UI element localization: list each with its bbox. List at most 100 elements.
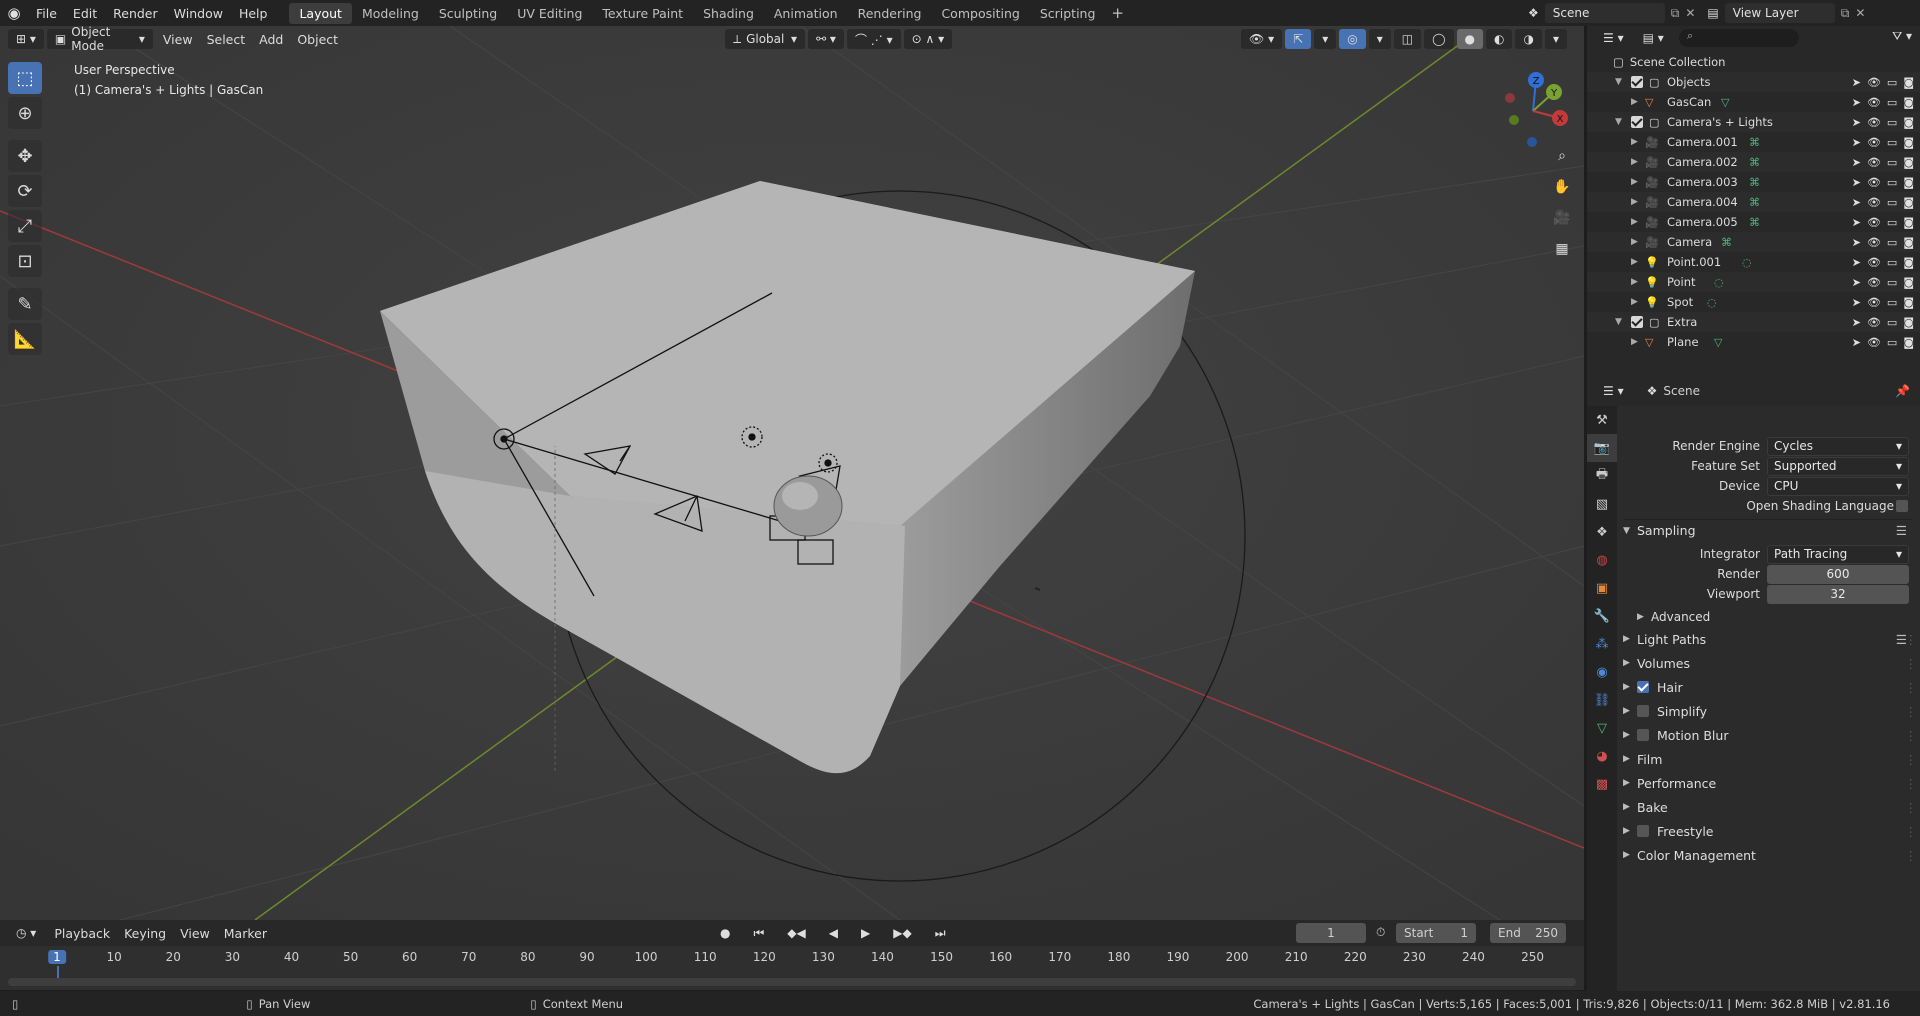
sampling-panel-header[interactable]: ▼ Sampling ☰	[1623, 519, 1913, 541]
gizmo-neg-y-icon[interactable]	[1509, 115, 1519, 125]
xray-button[interactable]: ◫	[1393, 29, 1422, 49]
tool-tab-icon[interactable]: ⚒	[1587, 406, 1617, 434]
viewport-monitor-icon[interactable]: ▭	[1887, 76, 1897, 89]
render-camera-icon[interactable]: ◙	[1903, 256, 1914, 269]
expand-down-icon[interactable]: ▼	[1615, 117, 1622, 127]
panel-hair[interactable]: ▶ Hair ⋮	[1623, 676, 1917, 698]
gizmo-neg-x-icon[interactable]	[1505, 93, 1515, 103]
physics-tab-icon[interactable]: ◉	[1587, 658, 1617, 686]
jump-end-icon[interactable]: ⏭	[926, 923, 954, 943]
copy-scene-icon[interactable]: ⧉	[1671, 6, 1680, 21]
viewport-monitor-icon[interactable]: ▭	[1887, 336, 1897, 349]
expand-down-icon[interactable]: ▼	[1615, 77, 1622, 87]
feature-set-dropdown[interactable]: Supported ▾	[1767, 456, 1909, 476]
playhead-frame-marker[interactable]: 1	[48, 950, 66, 964]
close-view-layer-icon[interactable]: ✕	[1855, 6, 1865, 20]
workspace-tab-scripting[interactable]: Scripting	[1030, 3, 1106, 24]
render-camera-icon[interactable]: ◙	[1903, 216, 1914, 229]
panel-enable-checkbox[interactable]	[1637, 705, 1649, 717]
outliner-row-camera[interactable]: ▶ 🎥 Camera.001 ⌘ ➤ 👁 ▭ ◙	[1587, 132, 1920, 152]
gizmo-dropdown-button[interactable]: ▾	[1314, 29, 1337, 49]
viewport-monitor-icon[interactable]: ▭	[1887, 196, 1897, 209]
panel-light-paths[interactable]: ▶ Light Paths ☰ ⋮	[1623, 628, 1917, 650]
eye-icon[interactable]: 👁	[1867, 336, 1881, 349]
panel-performance[interactable]: ▶ Performance ⋮	[1623, 772, 1917, 794]
render-engine-dropdown[interactable]: Cycles ▾	[1767, 436, 1909, 456]
timeline-ruler[interactable]: 1 10 20 30 40 50 60 70 80 90 100 110 120 130 140 150 160…	[0, 946, 1584, 990]
osl-checkbox[interactable]	[1896, 500, 1908, 512]
add-workspace-icon[interactable]: +	[1105, 4, 1130, 22]
camera-data-icon[interactable]: ⌘	[1749, 216, 1760, 229]
camera-data-icon[interactable]: ⌘	[1749, 136, 1760, 149]
shading-wireframe-button[interactable]: ◯	[1424, 29, 1454, 49]
stopwatch-icon[interactable]: ⏱	[1376, 925, 1385, 940]
output-tab-icon[interactable]: 🖶	[1587, 462, 1617, 490]
outliner-row-camera[interactable]: ▶ 🎥 Camera ⌘ ➤ 👁 ▭ ◙	[1587, 232, 1920, 252]
outliner-row-mesh[interactable]: ▶ ▽ GasCan ▽ ➤ 👁 ▭ ◙	[1587, 92, 1920, 112]
drag-handle-icon[interactable]: ⋮	[1905, 704, 1918, 719]
collection-checkbox[interactable]	[1631, 316, 1643, 328]
timeline-scrollbar[interactable]	[8, 978, 1576, 986]
expand-right-icon[interactable]: ▶	[1631, 297, 1638, 307]
expand-down-icon[interactable]: ▼	[1615, 317, 1622, 327]
drag-handle-icon[interactable]: ⋮	[1905, 656, 1918, 671]
advanced-subpanel-header[interactable]: ▶ Advanced	[1637, 606, 1920, 628]
gizmo-neg-z-icon[interactable]	[1527, 137, 1537, 147]
viewport-menu-select[interactable]: Select	[200, 32, 253, 47]
transform-tool-icon[interactable]: ⊡	[8, 245, 42, 277]
render-camera-icon[interactable]: ◙	[1903, 76, 1914, 89]
workspace-tab-rendering[interactable]: Rendering	[848, 3, 932, 24]
timeline-menu-view[interactable]: View	[173, 926, 217, 941]
selectable-arrow-icon[interactable]: ➤	[1852, 236, 1861, 249]
viewport-monitor-icon[interactable]: ▭	[1887, 236, 1897, 249]
mode-selector[interactable]: ▣ Object Mode ▾	[46, 26, 153, 53]
play-reverse-icon[interactable]: ◀	[820, 923, 846, 943]
viewport-menu-view[interactable]: View	[156, 32, 200, 47]
expand-right-icon[interactable]: ▶	[1631, 237, 1638, 247]
selectable-arrow-icon[interactable]: ➤	[1852, 216, 1861, 229]
record-icon[interactable]: ●	[712, 923, 739, 943]
workspace-tab-layout[interactable]: Layout	[289, 2, 352, 24]
render-camera-icon[interactable]: ◙	[1903, 96, 1914, 109]
particles-tab-icon[interactable]: ⁂	[1587, 630, 1617, 658]
eye-icon[interactable]: 👁	[1867, 216, 1881, 229]
shading-dropdown-button[interactable]: ▾	[1544, 29, 1567, 49]
render-camera-icon[interactable]: ◙	[1903, 156, 1914, 169]
pivot-button[interactable]: ⚯ ▾	[808, 29, 844, 49]
filter-icon[interactable]: ⛛ ▾	[1892, 29, 1912, 44]
menu-edit[interactable]: Edit	[65, 6, 105, 21]
annotate-tool-icon[interactable]: ✎	[8, 288, 42, 320]
proportional-edit-button[interactable]: ⊙ ∧ ▾	[903, 29, 953, 49]
workspace-tab-modeling[interactable]: Modeling	[352, 3, 429, 24]
editor-type-button[interactable]: ⊞ ▾	[8, 29, 44, 49]
expand-right-icon[interactable]: ▶	[1631, 257, 1638, 267]
selectable-arrow-icon[interactable]: ➤	[1852, 336, 1861, 349]
view-layer-selector[interactable]: View Layer	[1724, 3, 1835, 23]
expand-right-icon[interactable]: ▶	[1631, 137, 1638, 147]
outliner-row-collection[interactable]: ▼ ▢ Objects ➤ 👁 ▭ ◙	[1587, 72, 1920, 92]
playhead-line[interactable]	[57, 966, 59, 978]
eye-icon[interactable]: 👁	[1867, 316, 1881, 329]
menu-render[interactable]: Render	[105, 6, 166, 21]
panel-motion-blur[interactable]: ▶ Motion Blur ⋮	[1623, 724, 1917, 746]
shading-material-button[interactable]: ◐	[1486, 29, 1513, 49]
menu-file[interactable]: File	[28, 6, 65, 21]
workspace-tab-texture-paint[interactable]: Texture Paint	[592, 3, 693, 24]
workspace-tab-compositing[interactable]: Compositing	[931, 3, 1029, 24]
eye-icon[interactable]: 👁	[1867, 96, 1881, 109]
selectable-arrow-icon[interactable]: ➤	[1852, 96, 1861, 109]
select-box-tool-icon[interactable]: ⬚	[8, 62, 42, 94]
render-tab-icon[interactable]: 📷	[1587, 434, 1617, 462]
overlay-toggle-button[interactable]: ◎	[1339, 29, 1366, 49]
viewport-monitor-icon[interactable]: ▭	[1887, 276, 1897, 289]
rotate-tool-icon[interactable]: ⟳	[8, 175, 42, 207]
mesh-data-icon[interactable]: ▽	[1721, 96, 1729, 109]
gizmo-toggle-button[interactable]: ⇱	[1285, 29, 1312, 49]
selectable-arrow-icon[interactable]: ➤	[1852, 296, 1861, 309]
drag-handle-icon[interactable]: ⋮	[1905, 632, 1918, 647]
integrator-dropdown[interactable]: Path Tracing ▾	[1767, 544, 1909, 564]
panel-enable-checkbox[interactable]	[1637, 729, 1649, 741]
outliner-row-light[interactable]: ▶ 💡 Point.001 ◌ ➤ 👁 ▭ ◙	[1587, 252, 1920, 272]
expand-right-icon[interactable]: ▶	[1631, 337, 1638, 347]
selectable-arrow-icon[interactable]: ➤	[1852, 276, 1861, 289]
